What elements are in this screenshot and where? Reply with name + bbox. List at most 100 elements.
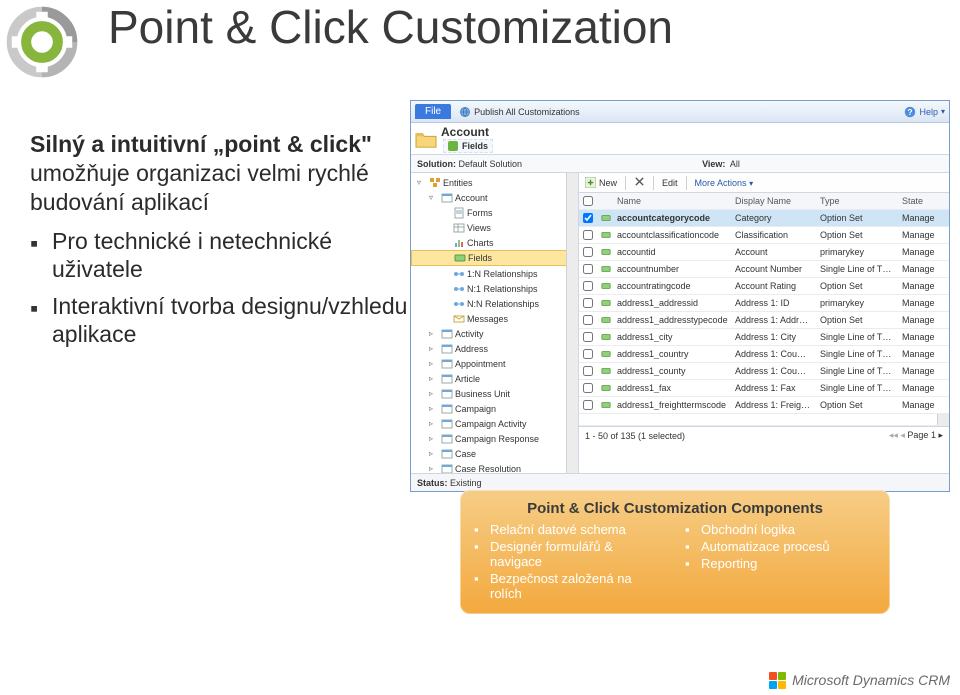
tree-expand-icon[interactable]: ▿ [417,178,427,187]
grid-row[interactable]: accountratingcodeAccount RatingOption Se… [579,278,949,295]
cell-display: Classification [735,230,820,240]
entity-tree[interactable]: ▿Entities▿AccountFormsViewsChartsFields1… [411,173,579,473]
row-checkbox[interactable] [583,349,593,359]
tree-expand-icon[interactable]: ▹ [429,449,439,458]
tree-item[interactable]: Charts [411,235,578,250]
cubes-icon [429,177,441,189]
tree-item[interactable]: ▹Address [411,341,578,356]
components-title: Point & Click Customization Components [474,500,876,517]
row-checkbox[interactable] [583,298,593,308]
field-icon [597,213,615,223]
tree-item[interactable]: ▹Campaign [411,401,578,416]
tree-item[interactable]: ▹Appointment [411,356,578,371]
body-bullet: Pro technické i netechnické uživatele [30,228,410,283]
tree-expand-icon[interactable]: ▹ [429,359,439,368]
tree-item[interactable]: ▿Account [411,190,578,205]
tree-item[interactable]: ▹Activity [411,326,578,341]
edit-button[interactable]: Edit [662,178,678,188]
cell-display: Address 1: Cou… [735,349,820,359]
cell-state: Manage [902,400,949,410]
more-actions-menu[interactable]: More Actions ▾ [695,178,754,188]
slide-logo-icon [6,6,78,78]
tree-item[interactable]: Messages [411,311,578,326]
field-icon [448,141,458,151]
cell-name: address1_country [615,349,735,359]
solution-label: Solution: [417,159,456,169]
tree-expand-icon[interactable]: ▹ [429,374,439,383]
cell-type: Option Set [820,315,902,325]
row-checkbox[interactable] [583,213,593,223]
grid-row[interactable]: accountclassificationcodeClassificationO… [579,227,949,244]
grid-row[interactable]: address1_countryAddress 1: Cou…Single Li… [579,346,949,363]
select-all-checkbox[interactable] [583,196,593,206]
row-checkbox[interactable] [583,247,593,257]
tree-item[interactable]: ▹Case Resolution [411,461,578,473]
cell-type: Single Line of T… [820,264,902,274]
tree-expand-icon[interactable]: ▹ [429,419,439,428]
tree-expand-icon[interactable]: ▿ [429,193,439,202]
grid-row[interactable]: address1_cityAddress 1: CitySingle Line … [579,329,949,346]
scrollbar[interactable] [937,414,949,425]
tree-item[interactable]: ▹Article [411,371,578,386]
row-checkbox[interactable] [583,264,593,274]
scrollbar[interactable] [566,173,578,473]
grid-row[interactable]: accountidAccountprimarykeyManage [579,244,949,261]
file-menu[interactable]: File [415,104,451,119]
row-checkbox[interactable] [583,366,593,376]
tree-item[interactable]: N:1 Relationships [411,281,578,296]
view-dropdown[interactable]: All [730,159,740,169]
pager[interactable]: ◂◂ ◂ Page 1 ▸ [889,430,943,441]
cell-display: Category [735,213,820,223]
tree-expand-icon[interactable]: ▹ [429,434,439,443]
tree-expand-icon[interactable]: ▹ [429,389,439,398]
publish-all-button[interactable]: Publish All Customizations [455,104,584,120]
component-item: Bezpečnost založená na rolích [474,570,665,602]
tree-item[interactable]: ▹Case [411,446,578,461]
tree-expand-icon[interactable]: ▹ [429,344,439,353]
cell-state: Manage [902,332,949,342]
row-checkbox[interactable] [583,281,593,291]
grid-row[interactable]: address1_countyAddress 1: Cou…Single Lin… [579,363,949,380]
tree-item[interactable]: ▹Business Unit [411,386,578,401]
cell-type: Single Line of T… [820,349,902,359]
grid-row[interactable]: address1_faxAddress 1: FaxSingle Line of… [579,380,949,397]
tree-item[interactable]: Fields [411,250,578,266]
grid-row[interactable]: address1_addresstypecodeAddress 1: Addr…… [579,312,949,329]
row-checkbox[interactable] [583,230,593,240]
row-checkbox[interactable] [583,315,593,325]
tree-item[interactable]: N:N Relationships [411,296,578,311]
tree-item-label: Campaign Activity [455,419,527,429]
help-link[interactable]: ? Help ▾ [904,106,945,118]
tree-expand-icon[interactable]: ▹ [429,404,439,413]
tree-expand-icon[interactable]: ▹ [429,464,439,473]
field-icon [597,332,615,342]
row-checkbox[interactable] [583,332,593,342]
row-checkbox[interactable] [583,383,593,393]
entity-icon [441,328,453,340]
row-checkbox[interactable] [583,400,593,410]
delete-button[interactable] [634,176,645,189]
field-icon [597,400,615,410]
cell-display: Address 1: ID [735,298,820,308]
components-box: Point & Click Customization Components R… [460,490,890,614]
cell-display: Address 1: Freig… [735,400,820,410]
tree-item[interactable]: 1:N Relationships [411,266,578,281]
slide-title: Point & Click Customization [108,0,673,54]
tree-expand-icon[interactable]: ▹ [429,329,439,338]
tree-item[interactable]: Views [411,220,578,235]
tree-item[interactable]: ▹ Campaign Activity [411,416,578,431]
cell-name: accountid [615,247,735,257]
grid-row[interactable]: accountcategorycodeCategoryOption SetMan… [579,210,949,227]
tree-item[interactable]: ▹Campaign Response [411,431,578,446]
cell-state: Manage [902,247,949,257]
body-bullet: Interaktivní tvorba designu/vzhledu apli… [30,293,410,348]
chevron-down-icon: ▾ [941,107,945,116]
grid-header: Name Display Name Type State [579,193,949,210]
tree-item[interactable]: ▿Entities [411,175,578,190]
cell-state: Manage [902,349,949,359]
new-button[interactable]: New [585,177,617,188]
grid-row[interactable]: address1_freighttermscodeAddress 1: Frei… [579,397,949,414]
tree-item[interactable]: Forms [411,205,578,220]
grid-row[interactable]: address1_addressidAddress 1: IDprimaryke… [579,295,949,312]
grid-row[interactable]: accountnumberAccount NumberSingle Line o… [579,261,949,278]
